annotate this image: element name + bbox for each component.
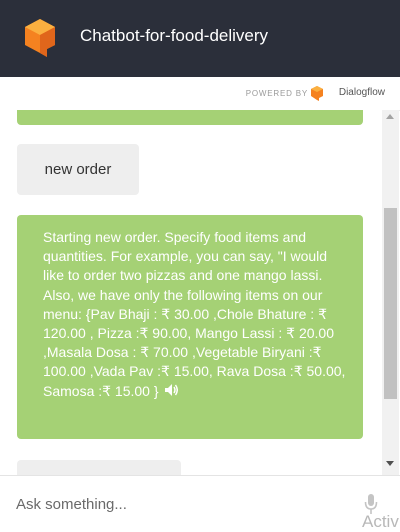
user-message-next [17, 460, 181, 475]
chat-header: Chatbot-for-food-delivery [0, 0, 400, 77]
chat-messages[interactable]: new order Starting new order. Specify fo… [0, 110, 382, 475]
user-message: new order [17, 144, 139, 195]
bot-message: Starting new order. Specify food items a… [17, 215, 363, 439]
input-bar [0, 475, 400, 532]
scroll-down-arrow-icon[interactable] [386, 461, 394, 466]
bot-message-text: Starting new order. Specify food items a… [43, 228, 348, 402]
speaker-icon[interactable] [164, 382, 178, 401]
chatbot-title: Chatbot-for-food-delivery [80, 26, 269, 45]
message-input[interactable] [16, 492, 346, 516]
dialogflow-brand-label: Dialogflow [338, 87, 385, 98]
dialogflow-icon [311, 86, 323, 101]
powered-by-label: POWERED BY [245, 89, 308, 98]
bot-message-previous [17, 110, 363, 125]
chat-scrollbar[interactable] [382, 110, 399, 475]
activation-watermark: Activ [362, 512, 399, 531]
scrollbar-thumb[interactable] [384, 208, 397, 399]
dialogflow-agent-logo-icon [25, 19, 55, 57]
bot-message-body: Starting new order. Specify food items a… [43, 229, 346, 399]
powered-by-bar: POWERED BY Dialogflow [0, 77, 400, 111]
scroll-up-arrow-icon[interactable] [386, 114, 394, 119]
